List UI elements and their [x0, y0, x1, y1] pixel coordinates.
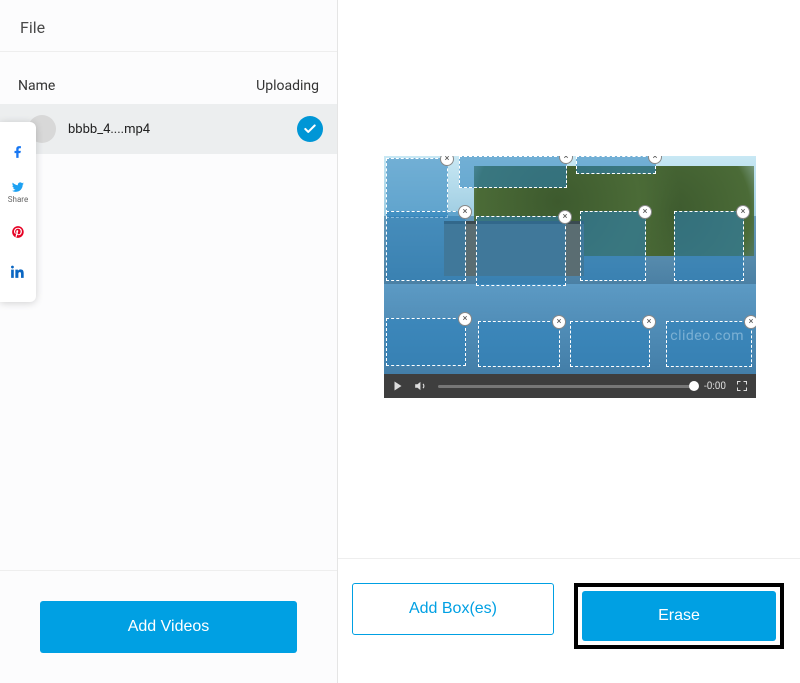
file-title: File — [20, 18, 317, 37]
erase-button[interactable]: Erase — [582, 591, 776, 641]
close-icon[interactable]: × — [736, 205, 750, 219]
facebook-icon — [11, 145, 25, 159]
selection-box[interactable]: × — [476, 216, 566, 286]
share-facebook-button[interactable] — [0, 134, 36, 170]
close-icon[interactable]: × — [638, 205, 652, 219]
erase-highlight-frame: Erase — [574, 583, 784, 649]
col-name: Name — [18, 78, 55, 94]
col-uploading: Uploading — [256, 78, 319, 94]
selection-box[interactable]: × — [576, 156, 656, 174]
close-icon[interactable]: × — [458, 312, 472, 326]
share-twitter-button[interactable]: Share — [0, 174, 36, 210]
selection-box[interactable]: × — [386, 158, 448, 218]
selection-box[interactable]: × — [580, 211, 646, 281]
close-icon[interactable]: × — [642, 315, 656, 329]
selection-box[interactable]: × — [386, 318, 466, 366]
selection-box[interactable]: × — [674, 211, 744, 281]
linkedin-icon — [11, 265, 25, 279]
app-root: File Name Uploading bbbb_4....mp4 Add Vi… — [0, 0, 800, 683]
add-boxes-button[interactable]: Add Box(es) — [352, 583, 554, 635]
video-progress[interactable] — [438, 385, 694, 388]
add-videos-button[interactable]: Add Videos — [40, 601, 297, 653]
twitter-icon — [11, 180, 25, 194]
video-time: -0:00 — [704, 381, 726, 392]
main-footer: Add Box(es) Erase — [338, 558, 800, 683]
main-panel: clideo.com × × × × × × × × × × × — [338, 0, 800, 683]
upload-complete-icon — [297, 116, 323, 142]
video-wrapper: clideo.com × × × × × × × × × × × — [384, 156, 756, 398]
selection-box[interactable]: × — [570, 321, 650, 367]
close-icon[interactable]: × — [558, 210, 572, 224]
file-list: bbbb_4....mp4 — [0, 104, 337, 154]
video-frame[interactable]: clideo.com × × × × × × × × × × × — [384, 156, 756, 374]
video-controls: -0:00 — [384, 374, 756, 398]
selection-box[interactable]: × — [666, 321, 752, 367]
social-share-bar: Share — [0, 122, 36, 302]
close-icon[interactable]: × — [552, 315, 566, 329]
share-linkedin-button[interactable] — [0, 254, 36, 290]
selection-box[interactable]: × — [386, 211, 466, 281]
pinterest-icon — [11, 225, 25, 239]
volume-icon[interactable] — [414, 379, 428, 393]
selection-box[interactable]: × — [459, 156, 567, 188]
share-pinterest-button[interactable] — [0, 214, 36, 250]
sidebar-spacer — [0, 154, 337, 570]
file-section-header: File — [0, 0, 337, 52]
fullscreen-icon[interactable] — [736, 380, 748, 392]
play-icon[interactable] — [392, 380, 404, 392]
video-area: clideo.com × × × × × × × × × × × — [338, 0, 800, 558]
sidebar-footer: Add Videos — [0, 570, 337, 683]
file-list-header: Name Uploading — [0, 52, 337, 104]
selection-box[interactable]: × — [478, 321, 560, 367]
file-row[interactable]: bbbb_4....mp4 — [0, 104, 337, 154]
file-name: bbbb_4....mp4 — [68, 122, 297, 137]
close-icon[interactable]: × — [458, 205, 472, 219]
share-label: Share — [8, 195, 28, 204]
close-icon[interactable]: × — [744, 315, 756, 329]
sidebar: File Name Uploading bbbb_4....mp4 Add Vi… — [0, 0, 338, 683]
